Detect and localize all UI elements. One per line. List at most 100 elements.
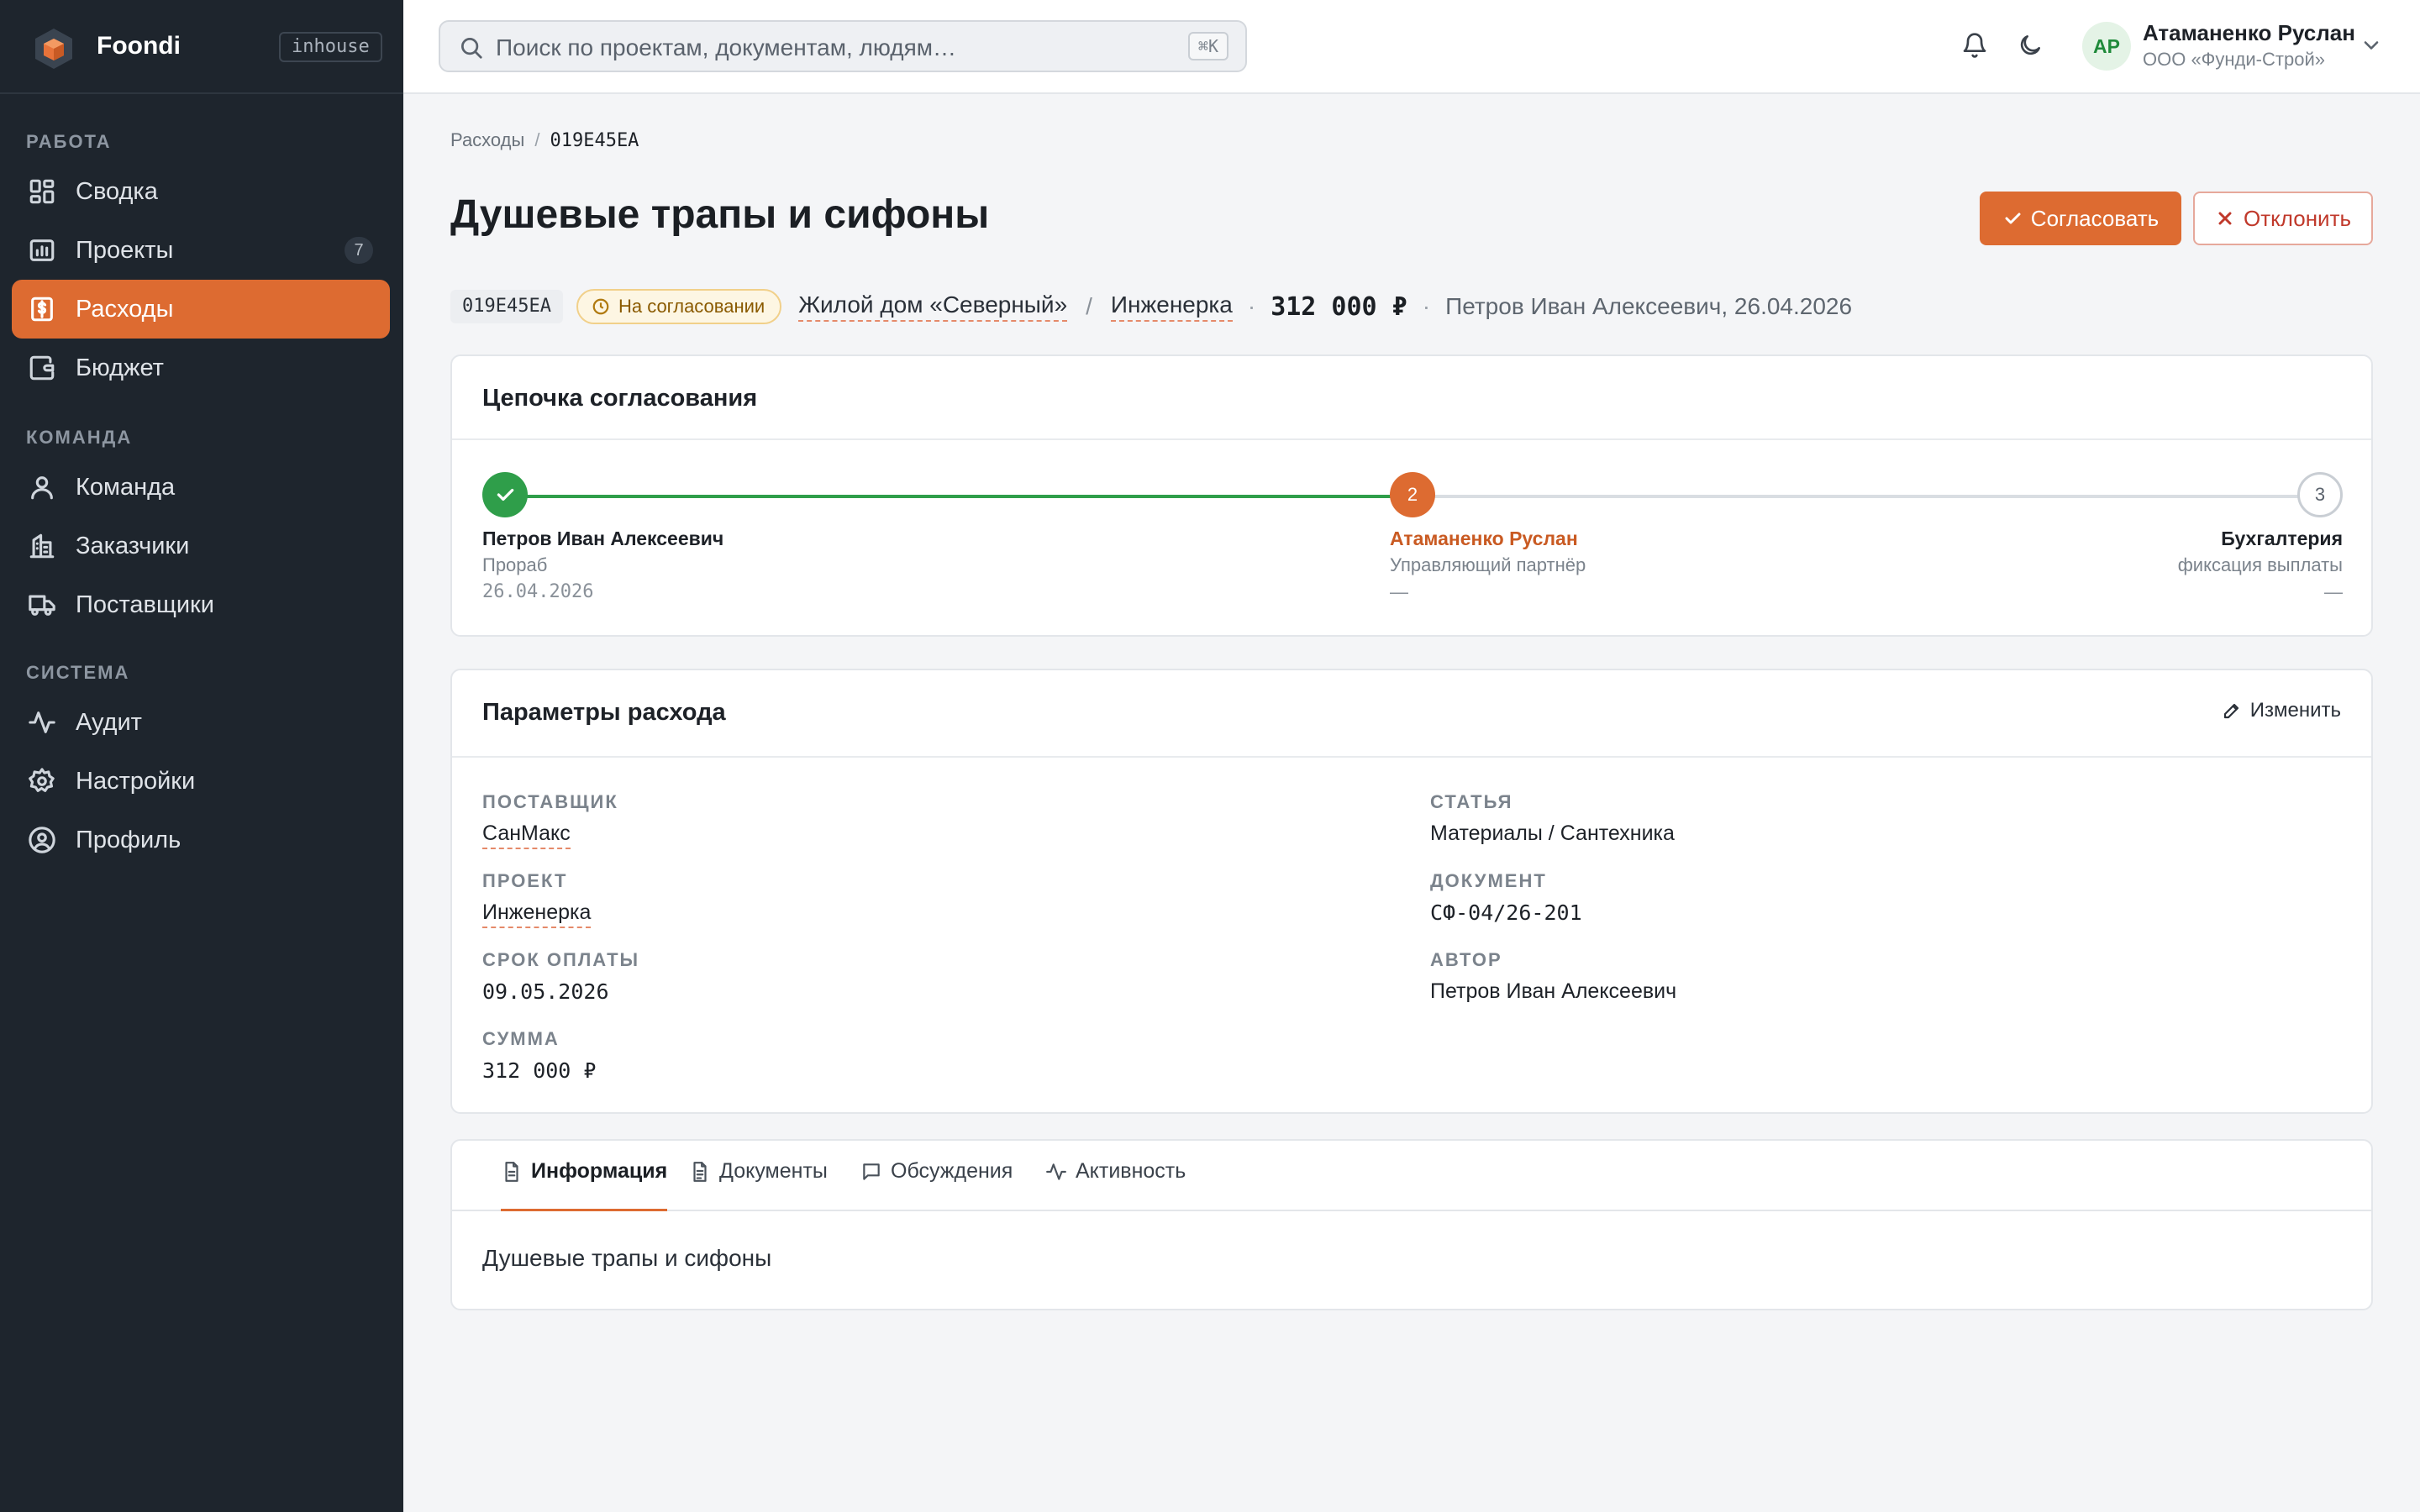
object-link[interactable]: Жилой дом «Северный» bbox=[798, 291, 1068, 322]
tab-label: Активность bbox=[1076, 1159, 1186, 1183]
tab-label: Информация bbox=[531, 1159, 668, 1183]
sidebar-item-suppliers[interactable]: Поставщики bbox=[12, 575, 390, 634]
chevron-down-icon[interactable] bbox=[2360, 34, 2383, 57]
breadcrumb-parent[interactable]: Расходы bbox=[450, 129, 524, 150]
search-input[interactable]: Поиск по проектам, документам, людям… ⌘K bbox=[439, 20, 1247, 72]
env-badge: inhouse bbox=[279, 32, 382, 62]
search-placeholder: Поиск по проектам, документам, людям… bbox=[496, 34, 957, 60]
card-header: Параметры расхода Изменить bbox=[452, 670, 2371, 758]
search-shortcut: ⌘K bbox=[1187, 32, 1228, 60]
tab-activity[interactable]: Активность bbox=[1045, 1159, 1186, 1211]
chain-progress-done bbox=[519, 495, 1395, 498]
card-header: Цепочка согласования bbox=[452, 356, 2371, 440]
reject-button-label: Отклонить bbox=[2243, 205, 2352, 231]
tab-discussions[interactable]: Обсуждения bbox=[860, 1159, 1013, 1211]
check-icon bbox=[497, 488, 514, 501]
projects-count-badge: 7 bbox=[345, 237, 373, 264]
sidebar-item-label: Бюджет bbox=[76, 354, 164, 381]
chain-step-1-marker bbox=[482, 472, 528, 517]
breadcrumb-separator: / bbox=[534, 129, 540, 150]
breadcrumb-current: 019E45EA bbox=[550, 130, 639, 151]
field-label-due-date: СРОК ОПЛАТЫ bbox=[482, 949, 640, 970]
avatar[interactable]: АР bbox=[2082, 22, 2131, 71]
field-label-article: СТАТЬЯ bbox=[1430, 791, 1513, 812]
chain-step-3-role: фиксация выплаты bbox=[2177, 554, 2343, 575]
logo-icon bbox=[35, 29, 72, 69]
user-name[interactable]: Атаманенко Руслан bbox=[2143, 20, 2355, 46]
gear-icon bbox=[27, 766, 57, 796]
sidebar-item-summary[interactable]: Сводка bbox=[12, 162, 390, 221]
app-name: Foondi bbox=[97, 32, 181, 60]
tab-bar: Информация Документы Обсуждения Активнос… bbox=[452, 1141, 2371, 1211]
tab-info[interactable]: Информация bbox=[501, 1159, 668, 1211]
check-icon bbox=[2005, 213, 2021, 224]
meta-dot: · bbox=[1247, 293, 1256, 319]
pencil-icon bbox=[2223, 703, 2238, 719]
dashboard-icon bbox=[27, 176, 57, 207]
nav-section-system: СИСТЕМА bbox=[26, 662, 130, 683]
building-icon bbox=[27, 531, 57, 561]
field-value-sum: 312 000 ₽ bbox=[482, 1058, 597, 1083]
sidebar-item-projects[interactable]: Проекты 7 bbox=[12, 221, 390, 280]
search-icon bbox=[461, 38, 482, 59]
page-title: Душевые трапы и сифоны bbox=[450, 192, 990, 237]
user-org: ООО «Фунди-Строй» bbox=[2143, 49, 2325, 70]
sidebar: Foondi inhouse РАБОТА Сводка Проекты 7 Р… bbox=[0, 0, 403, 1512]
field-label-supplier: ПОСТАВЩИК bbox=[482, 791, 618, 812]
field-label-document: ДОКУМЕНТ bbox=[1430, 870, 1547, 891]
chain-step-1-name: Петров Иван Алексеевич bbox=[482, 528, 724, 549]
sidebar-item-settings[interactable]: Настройки bbox=[12, 752, 390, 811]
chart-icon bbox=[27, 235, 57, 265]
sidebar-item-profile[interactable]: Профиль bbox=[12, 811, 390, 869]
sidebar-item-label: Проекты bbox=[76, 236, 174, 264]
file-icon bbox=[693, 1162, 707, 1182]
approve-button-label: Согласовать bbox=[2030, 205, 2160, 231]
sidebar-item-label: Расходы bbox=[76, 295, 174, 323]
tab-label: Документы bbox=[719, 1159, 828, 1183]
field-value-article: Материалы / Сантехника bbox=[1430, 822, 1675, 845]
chain-step-3-name: Бухгалтерия bbox=[2221, 528, 2343, 549]
expense-meta: 019E45EA На согласовании Жилой дом «Севе… bbox=[450, 288, 1852, 325]
field-value-due-date: 09.05.2026 bbox=[482, 979, 609, 1004]
expense-params-card: Параметры расхода Изменить ПОСТАВЩИК Сан… bbox=[450, 669, 2373, 1114]
field-value-author: Петров Иван Алексеевич bbox=[1430, 979, 1677, 1003]
breadcrumb: Расходы / 019E45EA bbox=[450, 129, 639, 151]
tab-documents[interactable]: Документы bbox=[689, 1159, 828, 1211]
sidebar-item-label: Профиль bbox=[76, 826, 182, 853]
chain-step-2-marker: 2 bbox=[1390, 472, 1435, 517]
approve-button[interactable]: Согласовать bbox=[1980, 192, 2181, 245]
nav-section-team: КОМАНДА bbox=[26, 427, 133, 448]
reject-button[interactable]: Отклонить bbox=[2193, 192, 2373, 245]
field-label-author: АВТОР bbox=[1430, 949, 1502, 970]
chain-step-1-date: 26.04.2026 bbox=[482, 581, 594, 602]
sidebar-item-team[interactable]: Команда bbox=[12, 458, 390, 517]
nav-section-work: РАБОТА bbox=[26, 131, 112, 152]
field-label-project: ПРОЕКТ bbox=[482, 870, 568, 891]
sidebar-item-budget[interactable]: Бюджет bbox=[12, 339, 390, 397]
status-label: На согласовании bbox=[618, 296, 765, 317]
field-value-supplier[interactable]: СанМакс bbox=[482, 822, 571, 849]
wallet-icon bbox=[27, 353, 57, 383]
expense-icon bbox=[27, 294, 57, 324]
sidebar-item-audit[interactable]: Аудит bbox=[12, 693, 390, 752]
field-label-sum: СУММА bbox=[482, 1028, 560, 1049]
meta-separator: / bbox=[1086, 293, 1092, 319]
field-value-project[interactable]: Инженерка bbox=[482, 900, 592, 928]
chain-step-2-name: Атаманенко Руслан bbox=[1390, 528, 1578, 549]
bell-icon[interactable] bbox=[1961, 32, 1988, 59]
expense-id-chip: 019E45EA bbox=[450, 290, 563, 323]
sidebar-item-expenses[interactable]: Расходы bbox=[12, 280, 390, 339]
sidebar-item-customers[interactable]: Заказчики bbox=[12, 517, 390, 575]
moon-icon[interactable] bbox=[2017, 32, 2044, 59]
topbar: Поиск по проектам, документам, людям… ⌘K… bbox=[403, 0, 2420, 94]
activity-icon bbox=[1046, 1163, 1066, 1180]
close-icon bbox=[2218, 212, 2232, 225]
expense-author: Петров Иван Алексеевич, 26.04.2026 bbox=[1445, 293, 1853, 319]
sidebar-item-label: Аудит bbox=[76, 708, 142, 736]
field-value-document: СФ-04/26-201 bbox=[1430, 900, 1582, 925]
document-icon bbox=[505, 1162, 518, 1182]
expense-amount: 312 000 ₽ bbox=[1270, 291, 1407, 322]
sidebar-item-label: Поставщики bbox=[76, 591, 214, 618]
project-link[interactable]: Инженерка bbox=[1110, 291, 1233, 322]
edit-button[interactable]: Изменить bbox=[2222, 699, 2341, 722]
